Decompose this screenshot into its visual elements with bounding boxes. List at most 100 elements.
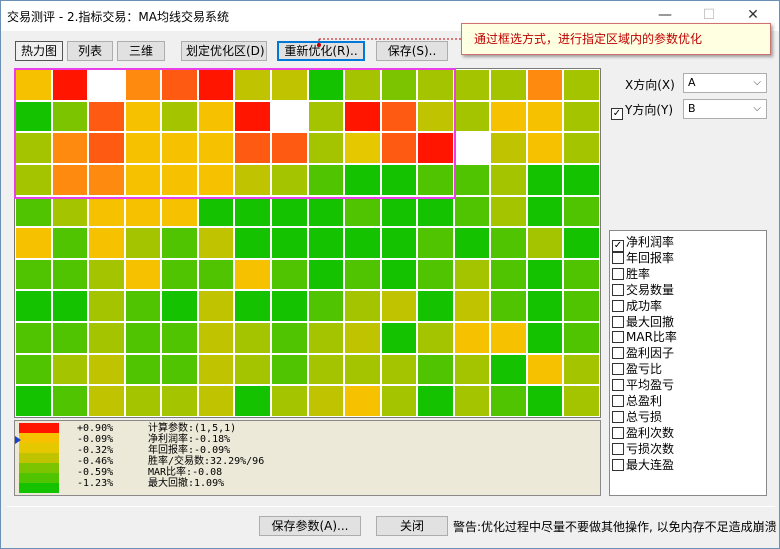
heatmap-cell[interactable] <box>490 353 527 386</box>
heatmap-cell[interactable] <box>417 353 454 386</box>
heatmap-cell[interactable] <box>526 195 564 228</box>
heatmap-cell[interactable] <box>453 353 491 386</box>
metric-item[interactable]: MAR比率 <box>612 329 677 345</box>
save-params-button[interactable]: 保存参数(A)... <box>259 516 361 536</box>
heatmap-cell[interactable] <box>51 353 89 386</box>
heatmap-cell[interactable] <box>563 385 600 417</box>
selection-rectangle[interactable] <box>14 68 456 199</box>
heatmap-cell[interactable] <box>417 195 454 228</box>
heatmap-cell[interactable] <box>51 195 89 228</box>
heatmap-cell[interactable] <box>161 227 198 259</box>
heatmap-cell[interactable] <box>526 258 564 291</box>
heatmap-cell[interactable] <box>124 322 162 354</box>
heatmap-cell[interactable] <box>526 353 564 386</box>
define-region-button[interactable]: 划定优化区(D) <box>181 41 267 61</box>
heatmap-cell[interactable] <box>526 322 564 354</box>
heatmap-cell[interactable] <box>197 195 235 228</box>
heatmap-cell[interactable] <box>124 385 162 417</box>
heatmap-cell[interactable] <box>453 163 491 196</box>
heatmap-cell[interactable] <box>270 195 308 228</box>
heatmap-cell[interactable] <box>526 385 564 417</box>
heatmap-cell[interactable] <box>15 322 52 354</box>
metric-item[interactable]: 盈利次数 <box>612 425 674 441</box>
heatmap-cell[interactable] <box>453 100 491 133</box>
heatmap-cell[interactable] <box>270 385 308 417</box>
heatmap-cell[interactable] <box>563 132 600 164</box>
tab-list[interactable]: 列表 <box>67 41 113 61</box>
heatmap-cell[interactable] <box>51 227 89 259</box>
heatmap-cell[interactable] <box>15 258 52 291</box>
heatmap-cell[interactable] <box>453 132 491 164</box>
heatmap-cell[interactable] <box>88 195 125 228</box>
heatmap-cell[interactable] <box>234 290 271 323</box>
heatmap-cell[interactable] <box>563 258 600 291</box>
heatmap-cell[interactable] <box>563 163 600 196</box>
metric-item[interactable]: 盈利因子 <box>612 345 674 361</box>
heatmap-cell[interactable] <box>124 258 162 291</box>
heatmap-cell[interactable] <box>161 353 198 386</box>
heatmap-cell[interactable] <box>15 290 52 323</box>
checkbox-icon[interactable] <box>612 347 624 360</box>
heatmap-cell[interactable] <box>88 385 125 417</box>
heatmap-cell[interactable] <box>344 322 381 354</box>
heatmap-cell[interactable] <box>197 258 235 291</box>
heatmap-cell[interactable] <box>234 227 271 259</box>
metric-item[interactable]: ✓ 净利润率 <box>612 234 674 252</box>
heatmap-cell[interactable] <box>307 290 345 323</box>
metric-item[interactable]: 胜率 <box>612 266 650 282</box>
heatmap-cell[interactable] <box>307 322 345 354</box>
heatmap-cell[interactable] <box>380 195 418 228</box>
close-button[interactable]: 关闭 <box>376 516 448 536</box>
heatmap-cell[interactable] <box>51 290 89 323</box>
heatmap-cell[interactable] <box>526 69 564 101</box>
heatmap-cell[interactable] <box>234 258 271 291</box>
heatmap-cell[interactable] <box>124 195 162 228</box>
heatmap-cell[interactable] <box>453 385 491 417</box>
checkbox-icon[interactable] <box>612 299 624 312</box>
metric-item[interactable]: 平均盈亏 <box>612 377 674 393</box>
heatmap-cell[interactable] <box>563 100 600 133</box>
heatmap-cell[interactable] <box>197 322 235 354</box>
y-direction-select[interactable]: B ⌵ <box>683 99 767 119</box>
heatmap-cell[interactable] <box>51 322 89 354</box>
heatmap-cell[interactable] <box>490 100 527 133</box>
heatmap-cell[interactable] <box>124 290 162 323</box>
heatmap-cell[interactable] <box>88 290 125 323</box>
heatmap-cell[interactable] <box>490 132 527 164</box>
heatmap-cell[interactable] <box>307 195 345 228</box>
heatmap-cell[interactable] <box>197 290 235 323</box>
heatmap-cell[interactable] <box>453 290 491 323</box>
tab-heatmap[interactable]: 热力图 <box>15 41 63 61</box>
heatmap-cell[interactable] <box>380 353 418 386</box>
heatmap-cell[interactable] <box>234 322 271 354</box>
heatmap-cell[interactable] <box>270 353 308 386</box>
heatmap-cell[interactable] <box>563 322 600 354</box>
heatmap-cell[interactable] <box>197 385 235 417</box>
heatmap-cell[interactable] <box>453 195 491 228</box>
heatmap-cell[interactable] <box>51 258 89 291</box>
heatmap-cell[interactable] <box>380 227 418 259</box>
metric-item[interactable]: 最大回撤 <box>612 314 674 330</box>
heatmap-cell[interactable] <box>563 69 600 101</box>
heatmap-cell[interactable] <box>344 195 381 228</box>
heatmap-cell[interactable] <box>490 163 527 196</box>
checkbox-icon[interactable] <box>612 395 624 407</box>
checkbox-icon[interactable] <box>612 363 624 376</box>
heatmap-cell[interactable] <box>490 69 527 101</box>
heatmap-cell[interactable] <box>344 258 381 291</box>
heatmap-cell[interactable] <box>417 385 454 417</box>
heatmap-cell[interactable] <box>490 290 527 323</box>
heatmap-cell[interactable] <box>417 227 454 259</box>
heatmap-cell[interactable] <box>88 258 125 291</box>
heatmap-cell[interactable] <box>270 290 308 323</box>
heatmap-cell[interactable] <box>51 385 89 417</box>
tab-3d[interactable]: 三维 <box>117 41 165 61</box>
heatmap-cell[interactable] <box>270 227 308 259</box>
heatmap-cell[interactable] <box>161 385 198 417</box>
heatmap-cell[interactable] <box>15 385 52 417</box>
heatmap-cell[interactable] <box>380 258 418 291</box>
heatmap-cell[interactable] <box>490 227 527 259</box>
heatmap-cell[interactable] <box>453 227 491 259</box>
heatmap-cell[interactable] <box>563 227 600 259</box>
heatmap-cell[interactable] <box>526 227 564 259</box>
